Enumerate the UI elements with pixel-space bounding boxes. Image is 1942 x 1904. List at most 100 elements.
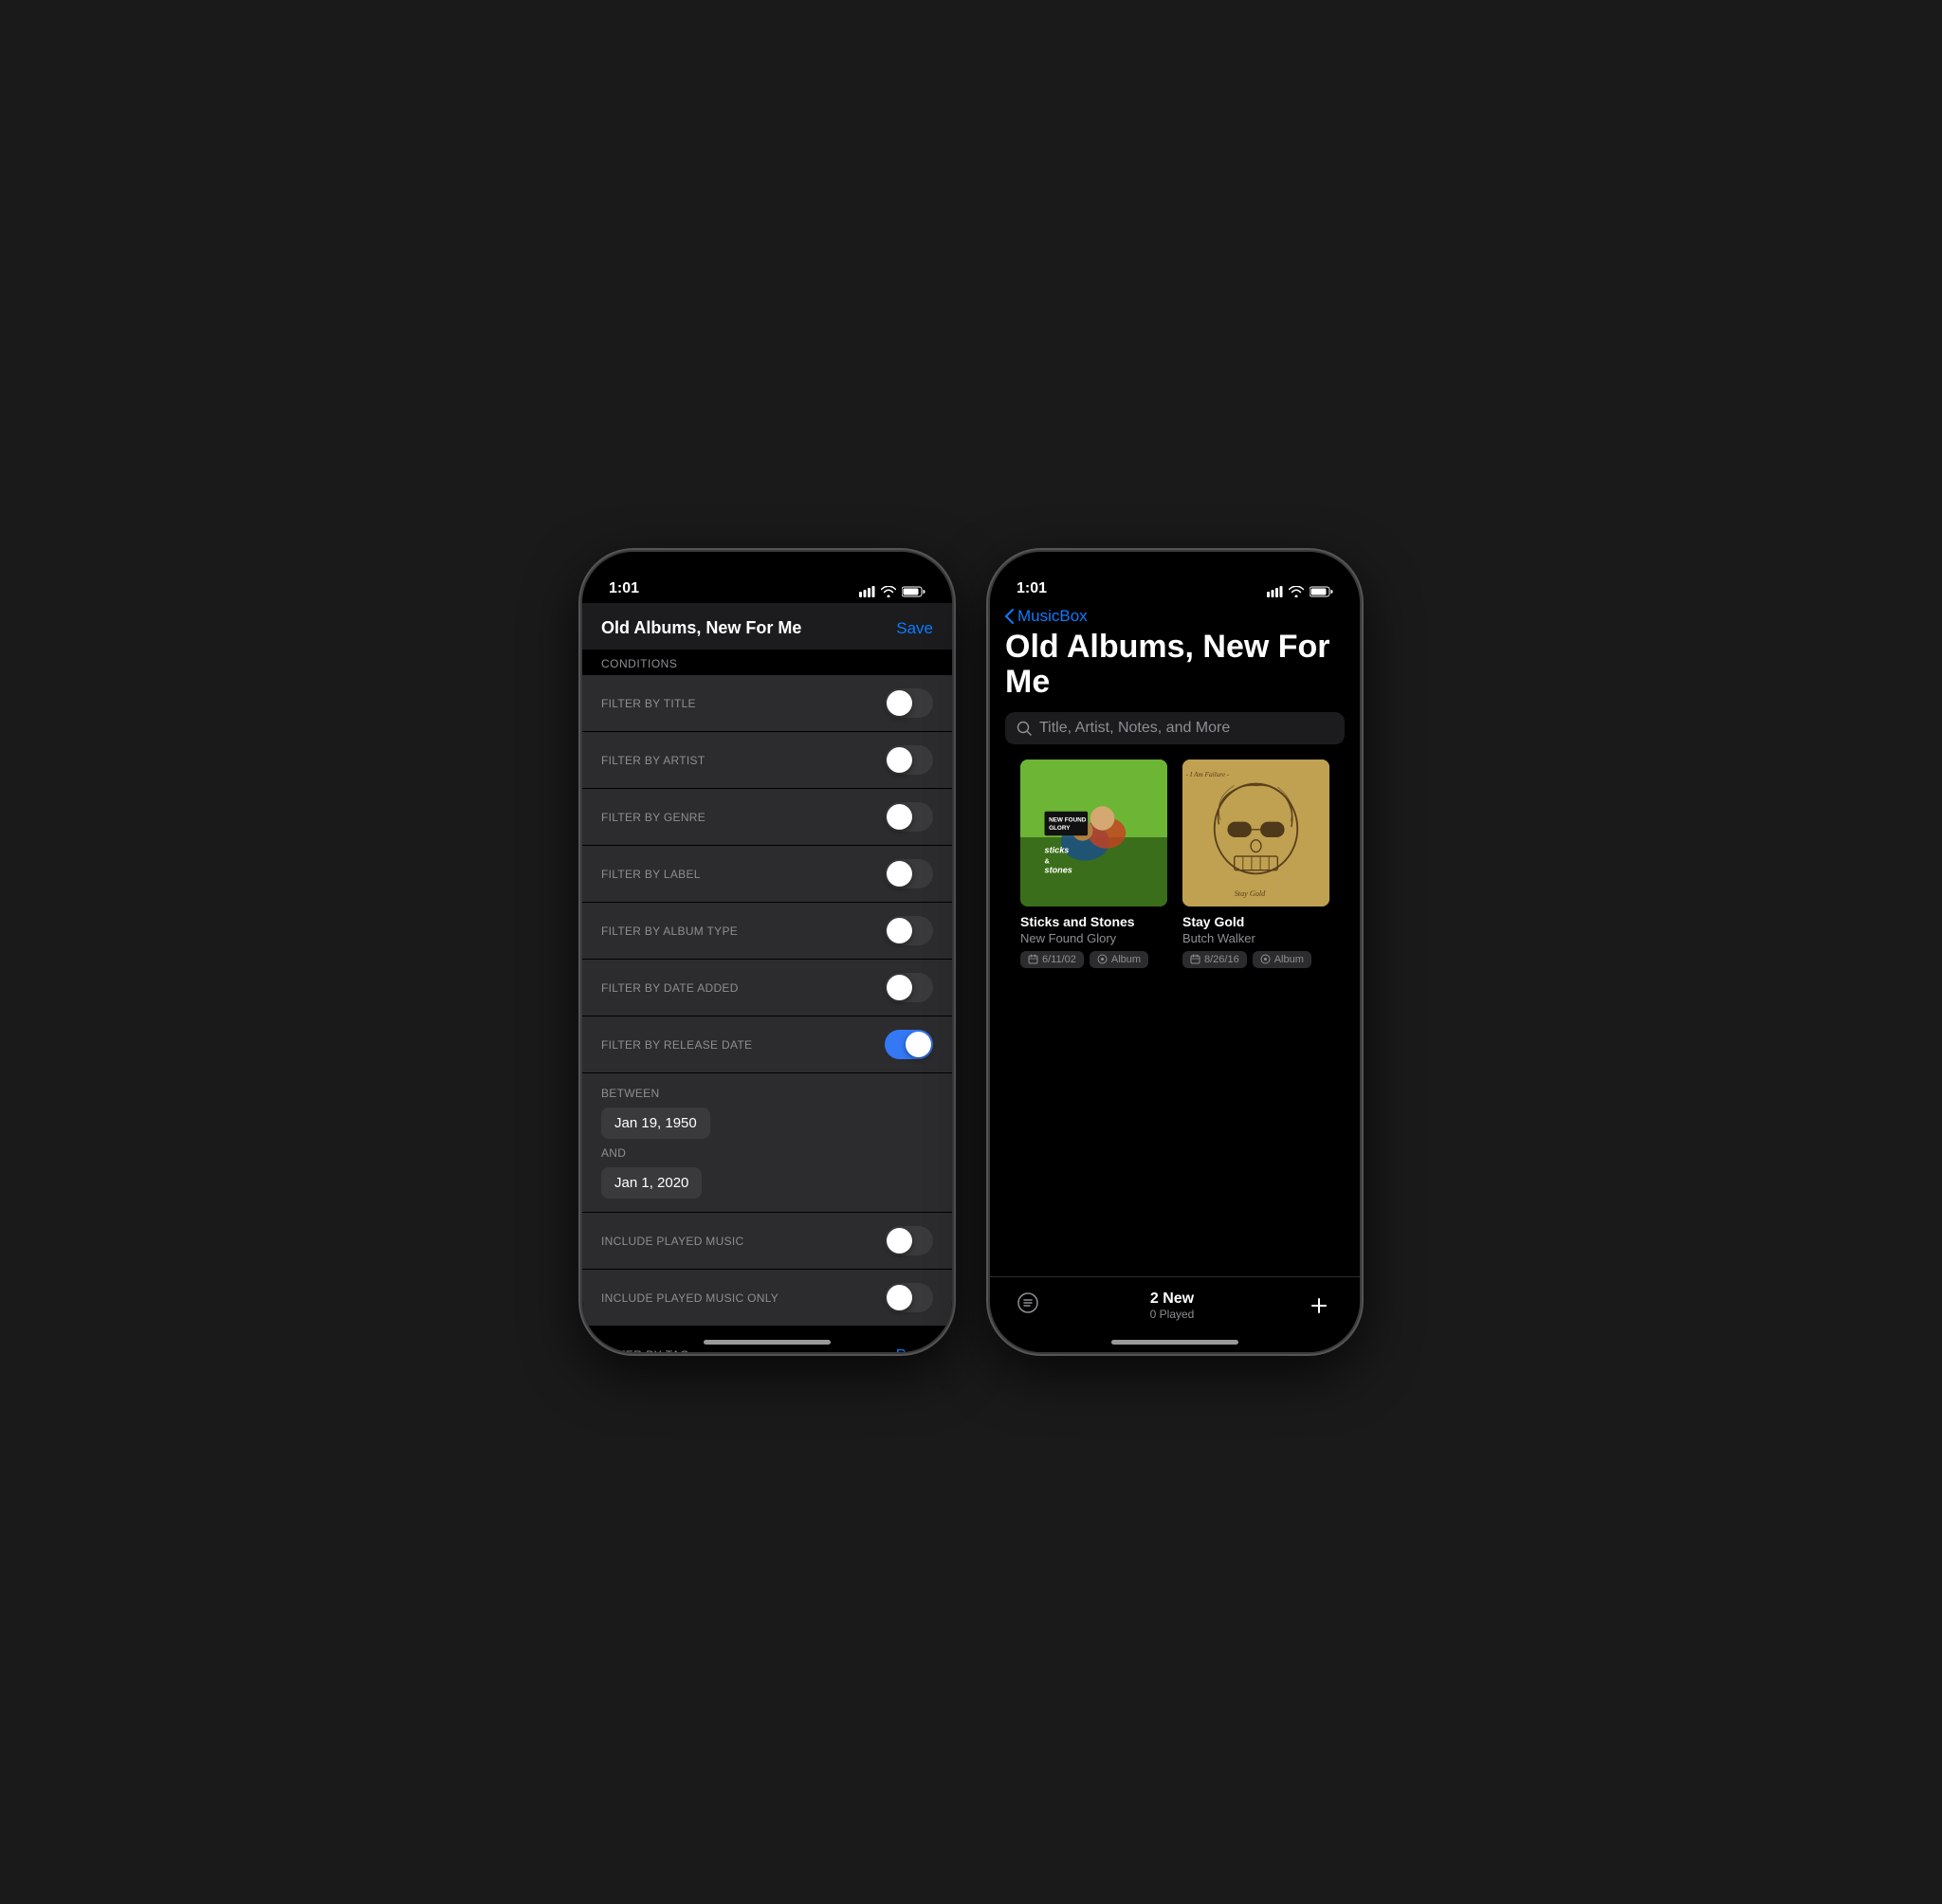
- filter-by-artist-label: FILTER BY ARTIST: [601, 754, 705, 767]
- reset-button[interactable]: Reset: [896, 1346, 933, 1352]
- include-played-toggle[interactable]: [885, 1226, 933, 1255]
- filter-by-genre-toggle[interactable]: [885, 802, 933, 832]
- svg-text:- I Am Failure -: - I Am Failure -: [1186, 771, 1230, 778]
- new-count: 2 New: [1150, 1291, 1195, 1308]
- list-header: MusicBox Old Albums, New For Me Title, A…: [990, 603, 1360, 979]
- home-indicator-left: [704, 1340, 831, 1345]
- include-played-only-toggle[interactable]: [885, 1283, 933, 1312]
- filter-by-date-added-label: FILTER BY DATE ADDED: [601, 981, 739, 995]
- settings-title: Old Albums, New For Me: [601, 618, 801, 638]
- album-art-sticks-and-stones: NEW FOUND GLORY sticks & stones: [1020, 760, 1167, 906]
- album-artist-sas: New Found Glory: [1020, 931, 1167, 945]
- include-played-label: INCLUDE PLAYED MUSIC: [601, 1235, 743, 1248]
- album-date-sas: 6/11/02: [1042, 954, 1076, 965]
- albums-grid: NEW FOUND GLORY sticks & stones Sticks a…: [1005, 760, 1345, 968]
- album-item-sticks-and-stones[interactable]: NEW FOUND GLORY sticks & stones Sticks a…: [1020, 760, 1167, 968]
- back-chevron-icon: [1005, 609, 1014, 624]
- and-label: AND: [582, 1143, 952, 1163]
- svg-text:NEW FOUND: NEW FOUND: [1049, 816, 1087, 823]
- sas-art-svg: NEW FOUND GLORY sticks & stones: [1020, 760, 1167, 906]
- add-icon: [1310, 1296, 1328, 1315]
- wifi-icon: [881, 586, 896, 597]
- list-icon-button[interactable]: [1017, 1291, 1039, 1319]
- settings-header: Old Albums, New For Me Save: [582, 603, 952, 650]
- signal-icon: [859, 586, 875, 597]
- back-button[interactable]: MusicBox: [1005, 607, 1345, 626]
- filter-by-title-row: FILTER BY TITLE: [582, 675, 952, 731]
- status-icons-left: [859, 586, 925, 597]
- album-type-icon-sg: [1260, 954, 1271, 964]
- filter-by-label-label: FILTER BY LABEL: [601, 868, 701, 881]
- played-count: 0 Played: [1150, 1308, 1195, 1321]
- filter-by-label-row: FILTER BY LABEL: [582, 846, 952, 902]
- between-section: BETWEEN Jan 19, 1950 AND Jan 1, 2020: [582, 1073, 952, 1212]
- filter-by-artist-toggle[interactable]: [885, 745, 933, 775]
- calendar-icon-sas: [1028, 954, 1038, 964]
- svg-text:Stay Gold: Stay Gold: [1235, 889, 1266, 898]
- filter-tag-title: FILTER BY TAG: [601, 1348, 689, 1353]
- sg-art-svg: - I Am Failure -: [1182, 760, 1329, 906]
- filter-by-album-type-toggle[interactable]: [885, 916, 933, 945]
- filter-by-title-label: FILTER BY TITLE: [601, 697, 696, 710]
- filter-by-label-toggle[interactable]: [885, 859, 933, 888]
- wifi-icon-right: [1289, 586, 1304, 597]
- album-tag-date-sg: 8/26/16: [1182, 951, 1247, 968]
- album-tags-sas: 6/11/02 Album: [1020, 951, 1167, 968]
- home-indicator-right: [1111, 1340, 1238, 1345]
- svg-text:GLORY: GLORY: [1049, 825, 1071, 832]
- between-label: BETWEEN: [582, 1083, 952, 1104]
- filter-by-release-date-row: FILTER BY RELEASE DATE: [582, 1016, 952, 1072]
- filter-by-release-date-label: FILTER BY RELEASE DATE: [601, 1038, 752, 1052]
- status-time-left: 1:01: [609, 580, 639, 597]
- dynamic-island: [710, 563, 824, 595]
- album-name-sas: Sticks and Stones: [1020, 914, 1167, 929]
- add-button[interactable]: [1305, 1291, 1333, 1320]
- svg-text:sticks: sticks: [1045, 845, 1070, 854]
- status-time-right: 1:01: [1017, 580, 1047, 597]
- filter-by-title-toggle[interactable]: [885, 688, 933, 718]
- album-artist-sg: Butch Walker: [1182, 931, 1329, 945]
- album-item-stay-gold[interactable]: - I Am Failure -: [1182, 760, 1329, 968]
- list-title: Old Albums, New For Me: [1005, 630, 1345, 701]
- save-button[interactable]: Save: [896, 619, 933, 638]
- search-icon: [1017, 721, 1032, 736]
- right-phone: 1:01: [990, 552, 1360, 1352]
- conditions-section-label: CONDITIONS: [582, 650, 952, 674]
- filter-by-genre-row: FILTER BY GENRE: [582, 789, 952, 845]
- filter-by-album-type-label: FILTER BY ALBUM TYPE: [601, 925, 738, 938]
- dynamic-island-right: [1118, 563, 1232, 595]
- album-type-icon-sas: [1097, 954, 1108, 964]
- signal-icon-right: [1267, 586, 1283, 597]
- calendar-icon-sg: [1190, 954, 1200, 964]
- include-played-only-label: INCLUDE PLAYED MUSIC ONLY: [601, 1291, 779, 1305]
- search-bar[interactable]: Title, Artist, Notes, and More: [1005, 712, 1345, 744]
- album-name-sg: Stay Gold: [1182, 914, 1329, 929]
- search-placeholder: Title, Artist, Notes, and More: [1039, 720, 1230, 737]
- album-art-stay-gold: - I Am Failure -: [1182, 760, 1329, 906]
- album-type-sg: Album: [1274, 954, 1304, 965]
- filter-by-date-added-toggle[interactable]: [885, 973, 933, 1002]
- bottom-stats: 2 New 0 Played: [1150, 1291, 1195, 1321]
- status-icons-right: [1267, 586, 1333, 597]
- album-tags-sg: 8/26/16 Album: [1182, 951, 1329, 968]
- filter-by-album-type-row: FILTER BY ALBUM TYPE: [582, 903, 952, 959]
- date-start-field[interactable]: Jan 19, 1950: [601, 1108, 710, 1139]
- list-content: MusicBox Old Albums, New For Me Title, A…: [990, 603, 1360, 1352]
- filter-by-artist-row: FILTER BY ARTIST: [582, 732, 952, 788]
- filter-by-genre-label: FILTER BY GENRE: [601, 811, 705, 824]
- album-tag-date-sas: 6/11/02: [1020, 951, 1084, 968]
- date-end-field[interactable]: Jan 1, 2020: [601, 1167, 702, 1199]
- include-played-row: INCLUDE PLAYED MUSIC: [582, 1213, 952, 1269]
- list-icon: [1017, 1291, 1039, 1314]
- album-type-sas: Album: [1111, 954, 1141, 965]
- filter-by-release-date-toggle[interactable]: [885, 1030, 933, 1059]
- album-tag-type-sg: Album: [1253, 951, 1311, 968]
- battery-icon: [902, 586, 925, 597]
- include-played-only-row: INCLUDE PLAYED MUSIC ONLY: [582, 1270, 952, 1326]
- album-tag-type-sas: Album: [1090, 951, 1148, 968]
- battery-icon-right: [1310, 586, 1333, 597]
- settings-scroll: Old Albums, New For Me Save CONDITIONS F…: [582, 603, 952, 1352]
- back-label: MusicBox: [1017, 607, 1088, 626]
- svg-text:&: &: [1045, 856, 1051, 865]
- svg-text:stones: stones: [1045, 865, 1072, 874]
